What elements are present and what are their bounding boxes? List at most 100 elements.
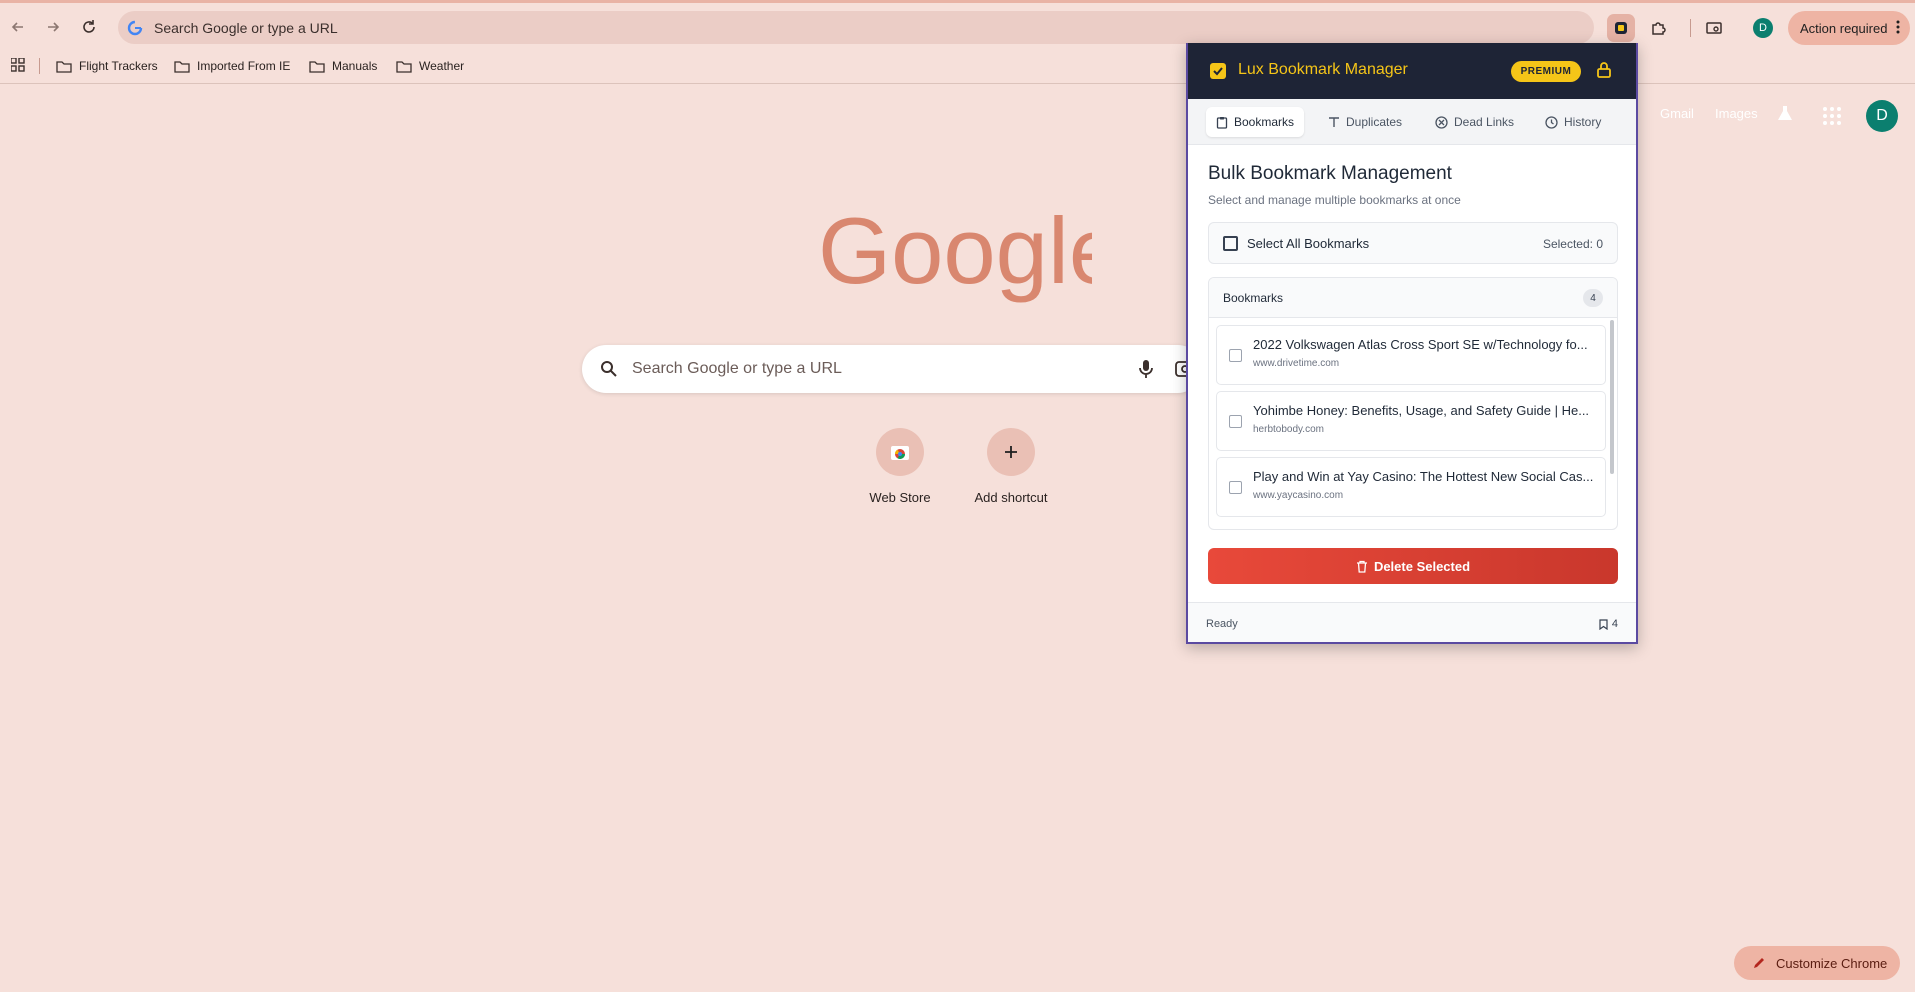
tab-label: History (1564, 115, 1602, 129)
bookmark-folder-weather[interactable]: Weather (396, 54, 464, 78)
bookmark-folder-imported-from-ie[interactable]: Imported From IE (174, 54, 290, 78)
search-placeholder: Search Google or type a URL (632, 360, 842, 377)
bookmark-checkbox[interactable] (1229, 481, 1242, 494)
apps-dots-icon (1823, 107, 1841, 125)
bookmark-folder-flight-trackers[interactable]: Flight Trackers (56, 54, 158, 78)
customize-chrome-button[interactable]: Customize Chrome (1734, 946, 1900, 980)
select-all-checkbox[interactable] (1223, 236, 1238, 251)
bookmark-folder-label: Manuals (332, 59, 378, 73)
bookmark-title: 2022 Volkswagen Atlas Cross Sport SE w/T… (1253, 337, 1588, 352)
apps-grid-button[interactable] (8, 55, 28, 75)
delete-selected-button[interactable]: Delete Selected (1208, 548, 1618, 584)
tab-dead-links[interactable]: Dead Links (1425, 107, 1524, 137)
clock-icon (1545, 115, 1558, 129)
section-heading: Bulk Bookmark Management (1208, 163, 1452, 184)
bookmark-url: www.drivetime.com (1253, 358, 1340, 369)
customize-label: Customize Chrome (1776, 955, 1888, 971)
action-required-button[interactable]: Action required (1788, 11, 1910, 45)
bookmark-folder-label: Weather (419, 59, 465, 73)
tab-search-icon (1706, 22, 1722, 34)
shortcut-label: Add shortcut (974, 490, 1048, 505)
lux-extension-button[interactable] (1607, 14, 1635, 42)
tab-label: Duplicates (1346, 115, 1403, 129)
google-apps-button[interactable] (1822, 106, 1842, 131)
reload-icon (83, 20, 95, 33)
bookmark-item[interactable]: Yohimbe Honey: Benefits, Usage, and Safe… (1216, 391, 1606, 451)
status-text: Ready (1206, 618, 1238, 630)
arrow-left-icon (11, 22, 23, 32)
bookmark-url: www.yaycasino.com (1253, 490, 1344, 501)
bookmark-folder-manuals[interactable]: Manuals (309, 54, 377, 78)
bookmark-checkbox[interactable] (1229, 349, 1242, 362)
bookmark-list-title: Bookmarks (1223, 291, 1284, 305)
chrome-webstore-icon (876, 428, 924, 476)
checkbox-logo-icon (1210, 63, 1226, 79)
text-icon (1329, 117, 1339, 127)
address-bar[interactable]: Search Google or type a URL (118, 11, 1594, 44)
ntp-search-box[interactable]: Search Google or type a URL (582, 345, 1202, 393)
tab-search-button[interactable] (1700, 14, 1728, 42)
popup-header: Lux Bookmark Manager PREMIUM (1188, 43, 1636, 99)
lock-icon[interactable] (1595, 61, 1613, 84)
back-button[interactable] (4, 13, 32, 41)
shortcut-label: Web Store (869, 490, 931, 505)
arrow-right-icon (48, 22, 60, 32)
popup-tabs: Bookmarks Duplicates Dead Links History (1188, 99, 1636, 145)
footer-count-value: 4 (1611, 618, 1618, 630)
bookmarks-separator (39, 58, 40, 74)
bookmark-item[interactable]: 2022 Volkswagen Atlas Cross Sport SE w/T… (1216, 325, 1606, 385)
bookmark-title: Play and Win at Yay Casino: The Hottest … (1253, 469, 1594, 484)
folder-icon (174, 60, 190, 73)
action-required-label: Action required (1800, 20, 1888, 36)
shortcut-web-store[interactable]: Web Store (850, 428, 950, 505)
profile-avatar[interactable]: D (1753, 18, 1773, 38)
more-vert-icon (1896, 19, 1900, 38)
images-link[interactable]: Images (1715, 106, 1758, 121)
flask-icon (1778, 106, 1792, 120)
bookmark-list-header: Bookmarks 4 (1209, 278, 1617, 318)
tab-duplicates[interactable]: Duplicates (1318, 107, 1412, 137)
bookmark-checkbox[interactable] (1229, 415, 1242, 428)
toolbar-separator (1690, 19, 1691, 37)
folder-icon (396, 60, 412, 73)
tab-history[interactable]: History (1535, 107, 1611, 137)
account-avatar[interactable]: D (1866, 100, 1898, 132)
address-bar-text: Search Google or type a URL (154, 19, 338, 36)
forward-button[interactable] (39, 13, 67, 41)
plus-icon (987, 428, 1035, 476)
puzzle-icon (1652, 22, 1666, 35)
popup-title: Lux Bookmark Manager (1238, 61, 1408, 78)
apps-grid-icon (11, 58, 25, 72)
bookmark-title: Yohimbe Honey: Benefits, Usage, and Safe… (1253, 403, 1590, 418)
bookmark-list: Bookmarks 4 2022 Volkswagen Atlas Cross … (1208, 277, 1618, 530)
pencil-icon (1754, 958, 1764, 968)
section-subheading: Select and manage multiple bookmarks at … (1208, 193, 1461, 207)
bookmark-count-badge: 4 (1583, 289, 1603, 307)
extensions-button[interactable] (1645, 14, 1673, 42)
lux-bookmark-manager-popup: Lux Bookmark Manager PREMIUM Bookmarks D… (1186, 43, 1638, 644)
premium-badge: PREMIUM (1511, 61, 1581, 82)
shortcut-add[interactable]: Add shortcut (961, 428, 1061, 505)
select-all-label: Select All Bookmarks (1247, 236, 1370, 251)
trash-icon (1356, 560, 1367, 573)
folder-icon (309, 60, 325, 73)
reload-button[interactable] (75, 13, 103, 41)
google-logo: Google (818, 205, 1092, 303)
voice-search-icon[interactable] (1138, 358, 1154, 385)
list-scrollbar[interactable] (1610, 320, 1614, 474)
labs-button[interactable] (1776, 104, 1794, 125)
gmail-link[interactable]: Gmail (1660, 106, 1694, 121)
extension-logo-icon (1615, 22, 1627, 34)
popup-footer: Ready 4 (1188, 602, 1636, 642)
bookmark-folder-label: Flight Trackers (79, 59, 158, 73)
clipboard-icon (1216, 116, 1228, 129)
tab-label: Bookmarks (1234, 115, 1295, 129)
folder-icon (56, 60, 72, 73)
bookmark-icon (1599, 618, 1608, 630)
search-icon (600, 360, 618, 383)
bookmark-url: herbtobody.com (1253, 424, 1324, 435)
tab-bookmarks[interactable]: Bookmarks (1206, 107, 1305, 137)
bookmark-item[interactable]: Play and Win at Yay Casino: The Hottest … (1216, 457, 1606, 517)
x-circle-icon (1435, 115, 1448, 129)
select-all-row[interactable]: Select All Bookmarks Selected: 0 (1208, 222, 1618, 264)
